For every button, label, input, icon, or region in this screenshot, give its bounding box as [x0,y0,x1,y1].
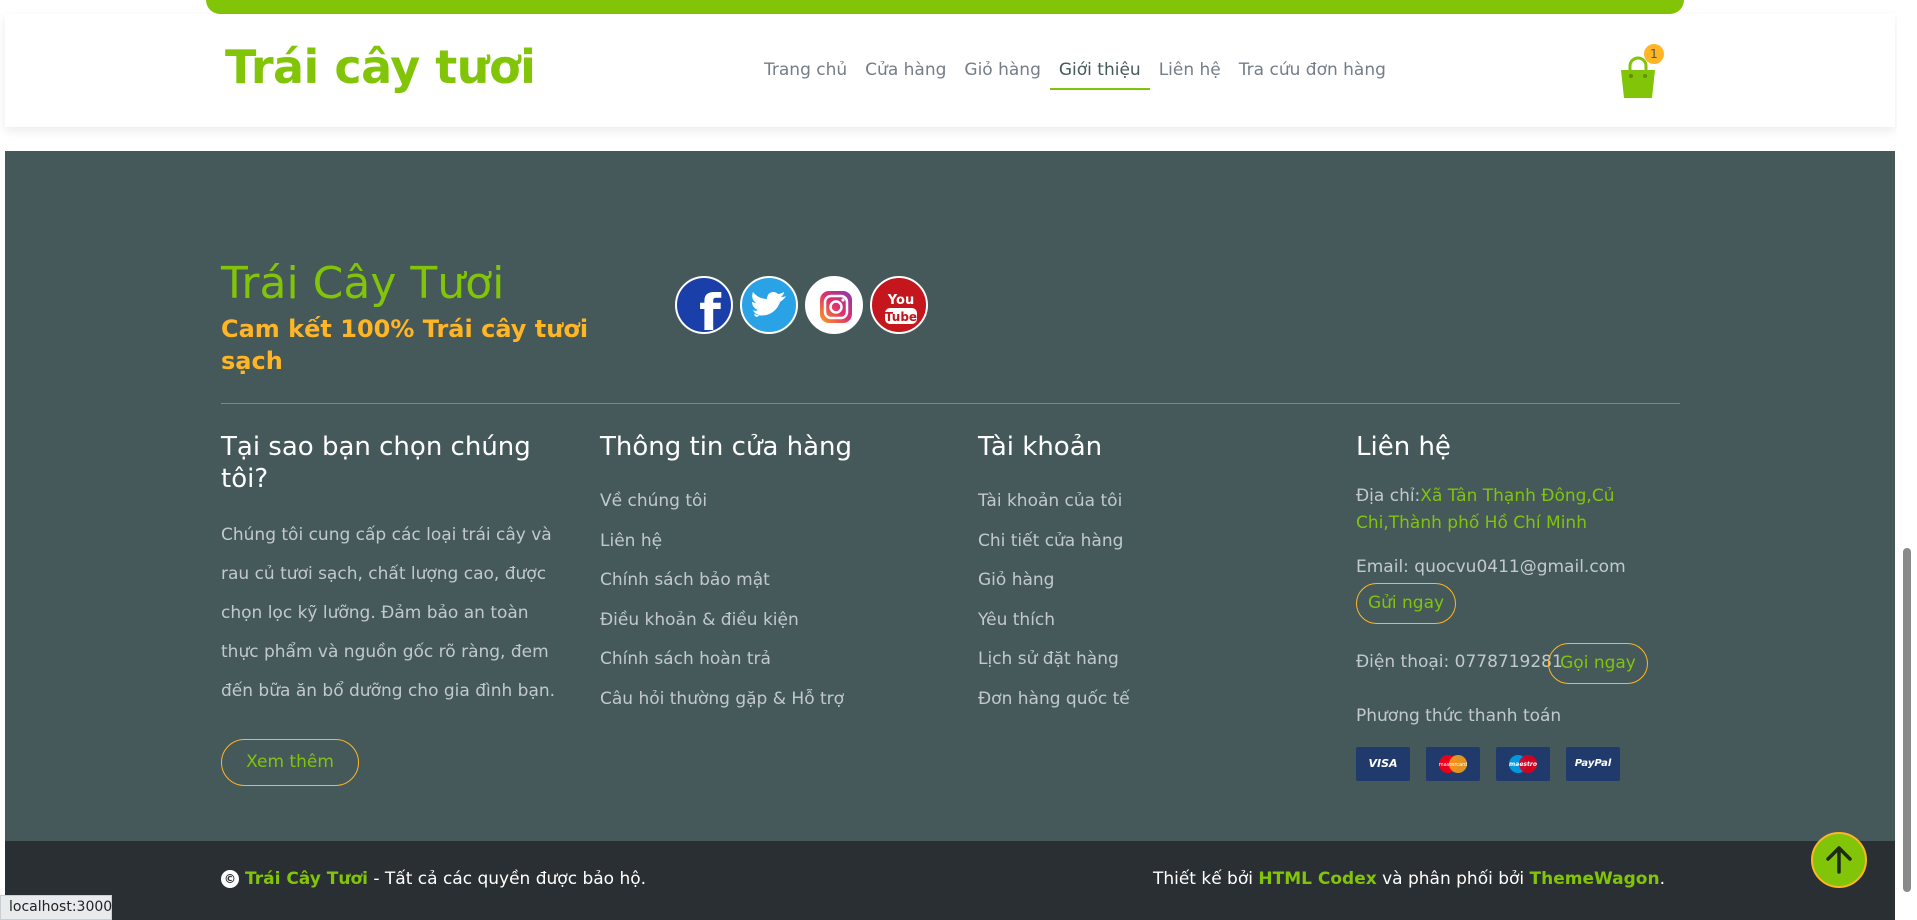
credit-text-3: . [1659,869,1665,889]
contact-title: Liên hệ [1356,432,1451,462]
html-codex-link[interactable]: HTML Codex [1258,869,1376,889]
visa-icon: VISA [1356,747,1410,781]
cart-count-badge: 1 [1644,44,1664,64]
link-contact[interactable]: Liên hệ [600,522,844,562]
link-my-account[interactable]: Tài khoản của tôi [978,482,1130,522]
account-links: Tài khoản của tôi Chi tiết cửa hàng Giỏ … [978,482,1130,719]
site-footer: Trái Cây Tươi Cam kết 100% Trái cây tươi… [5,151,1895,841]
send-email-button[interactable]: Gửi ngay [1356,583,1456,624]
credit-text-2: và phân phối bởi [1376,869,1530,889]
design-credit: Thiết kế bởi HTML Codex và phân phối bởi… [1153,869,1665,889]
maestro-icon: maestro [1496,747,1550,781]
store-info-links: Về chúng tôi Liên hệ Chính sách bảo mật … [600,482,844,719]
svg-text:f: f [699,284,722,334]
link-cart[interactable]: Giỏ hàng [978,561,1130,601]
contact-email: Email: quocvu0411@gmail.com [1356,557,1626,577]
cart-button[interactable]: 1 [1614,44,1670,104]
themewagon-link[interactable]: ThemeWagon [1530,869,1660,889]
copyright-bar: © Trái Cây Tươi - Tất cả các quyền được … [5,841,1895,920]
read-more-button[interactable]: Xem thêm [221,739,359,786]
site-header: Trái cây tươi Trang chủ Cửa hàng Giỏ hàn… [5,14,1895,127]
paypal-label: PayPal [1574,758,1612,769]
account-title: Tài khoản [978,432,1103,462]
link-privacy-policy[interactable]: Chính sách bảo mật [600,561,844,601]
nav-home[interactable]: Trang chủ [755,58,856,98]
payment-methods-label: Phương thức thanh toán [1356,706,1562,726]
back-to-top-button[interactable] [1811,832,1867,888]
svg-text:You: You [887,293,914,308]
twitter-icon[interactable] [740,276,798,334]
youtube-icon[interactable]: You Tube [870,276,928,334]
nav-about[interactable]: Giới thiệu [1049,58,1150,98]
call-now-button[interactable]: Gọi ngay [1548,643,1648,684]
svg-text:Tube: Tube [885,310,917,324]
credit-text-1: Thiết kế bởi [1152,869,1259,889]
footer-divider [221,403,1680,404]
paypal-icon: PayPal [1566,747,1620,781]
facebook-icon[interactable]: f [675,276,733,334]
link-about-us[interactable]: Về chúng tôi [600,482,844,522]
mastercard-label: mastercard [1439,762,1467,768]
visa-label: VISA [1368,757,1398,770]
site-logo[interactable]: Trái cây tươi [225,40,536,94]
contact-address: Địa chỉ:Xã Tân Thạnh Đông,Củ Chi,Thành p… [1356,483,1686,537]
copyright-text: - Tất cả các quyền được bảo hộ. [367,869,647,889]
status-url-tooltip: localhost:3000 [0,895,112,920]
footer-slogan: Cam kết 100% Trái cây tươi sạch [221,315,589,375]
top-banner-strip [206,0,1684,14]
nav-cart[interactable]: Giỏ hàng [955,58,1049,98]
contact-phone: Điện thoại: 0778719281 [1356,652,1563,672]
nav-contact[interactable]: Liên hệ [1150,58,1230,98]
nav-shop[interactable]: Cửa hàng [856,58,955,98]
link-return-policy[interactable]: Chính sách hoàn trả [600,640,844,680]
store-info-title: Thông tin cửa hàng [600,432,853,462]
link-order-history[interactable]: Lịch sử đặt hàng [978,640,1130,680]
why-us-title: Tại sao bạn chọn chúng tôi? [221,432,531,494]
mastercard-icon: mastercard [1426,747,1480,781]
arrow-up-icon [1826,846,1852,874]
copyright-icon: © [221,870,239,888]
scrollbar-thumb[interactable] [1903,548,1911,892]
nav-order-lookup[interactable]: Tra cứu đơn hàng [1230,58,1395,98]
instagram-icon[interactable] [805,276,863,334]
why-us-text: Chúng tôi cung cấp các loại trái cây và … [221,525,556,701]
main-nav: Trang chủ Cửa hàng Giỏ hàng Giới thiệu L… [755,58,1395,98]
link-wishlist[interactable]: Yêu thích [978,601,1130,641]
copyright-brand-link[interactable]: Trái Cây Tươi [245,869,368,889]
maestro-label: maestro [1509,761,1537,768]
footer-brand: Trái Cây Tươi [221,258,505,309]
link-store-details[interactable]: Chi tiết cửa hàng [978,522,1130,562]
copyright: © Trái Cây Tươi - Tất cả các quyền được … [221,869,646,889]
address-label: Địa chỉ: [1356,486,1421,506]
link-faq[interactable]: Câu hỏi thường gặp & Hỗ trợ [600,680,844,720]
link-terms[interactable]: Điều khoản & điều kiện [600,601,844,641]
link-international-orders[interactable]: Đơn hàng quốc tế [978,680,1130,720]
